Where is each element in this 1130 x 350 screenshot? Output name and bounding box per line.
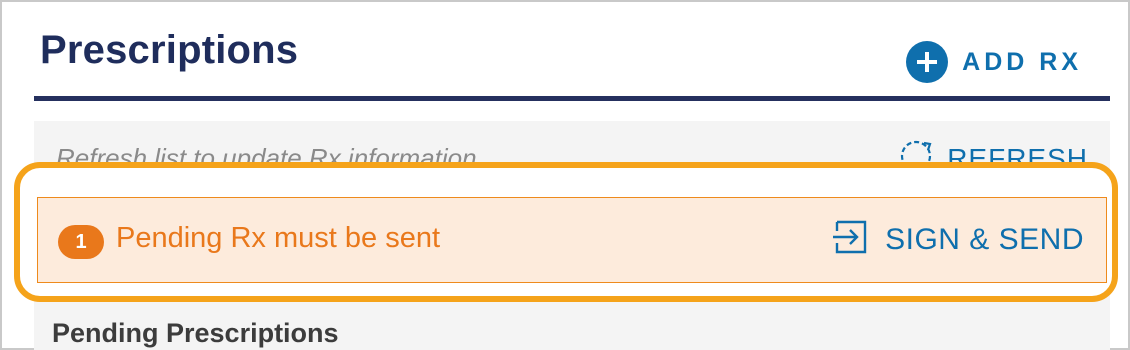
pending-alert-message: Pending Rx must be sent (116, 222, 441, 254)
pending-alert: 1 Pending Rx must be sent SIGN & SEND (37, 197, 1107, 283)
prescriptions-widget: Prescriptions ADD RX Refresh list to upd… (0, 0, 1130, 350)
add-rx-button[interactable]: ADD RX (906, 40, 1082, 84)
plus-circle-icon (906, 41, 949, 83)
add-rx-label: ADD RX (962, 47, 1082, 76)
page-title: Prescriptions (40, 28, 299, 72)
sign-and-send-label: SIGN & SEND (885, 222, 1084, 256)
sign-and-send-button[interactable]: SIGN & SEND (831, 218, 1084, 261)
pending-count-badge: 1 (58, 225, 104, 259)
pending-prescriptions-heading: Pending Prescriptions (52, 318, 339, 348)
sign-in-arrow-icon (831, 218, 869, 261)
